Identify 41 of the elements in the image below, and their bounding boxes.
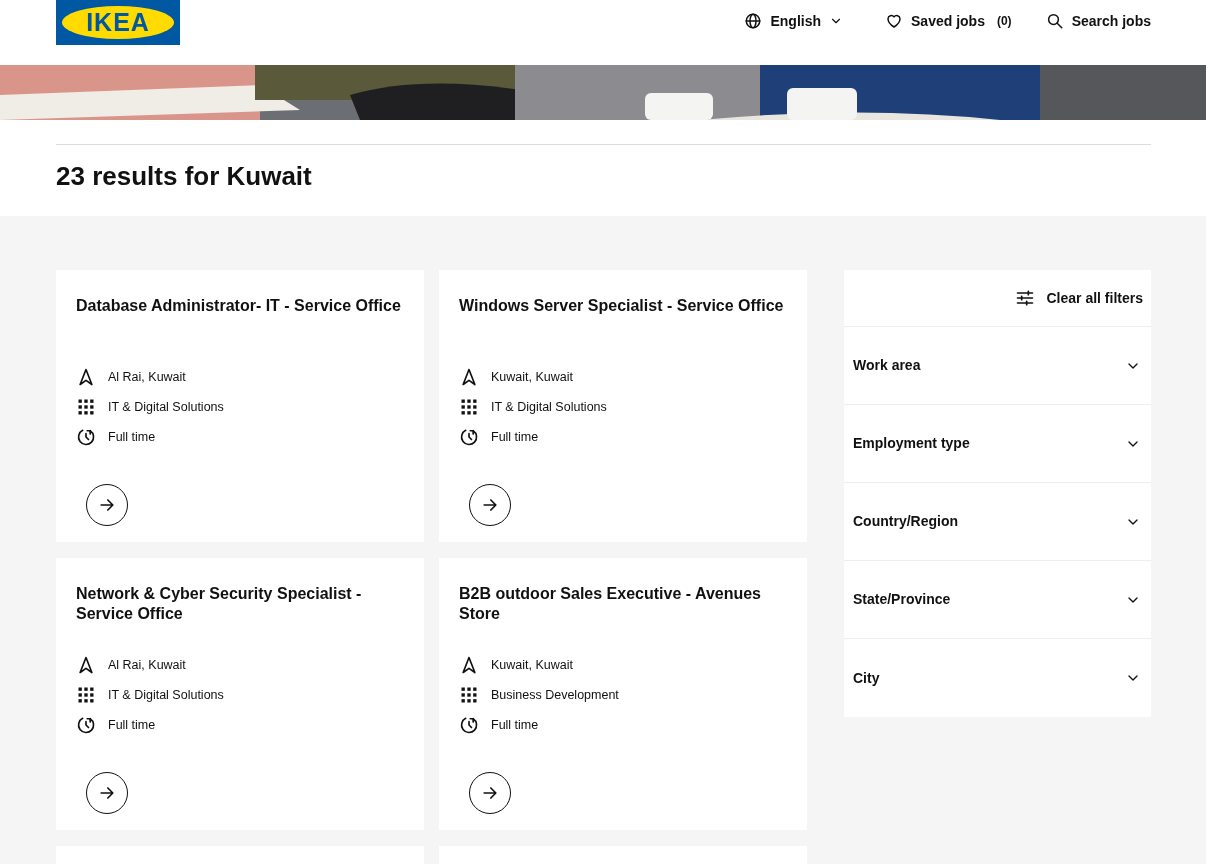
location-icon [459,655,479,676]
grid-icon [76,685,96,706]
job-title[interactable]: Windows Server Specialist - Service Office [459,296,787,353]
job-title[interactable]: Network & Cyber Security Specialist - Service Office [76,584,404,641]
location-icon [76,655,96,676]
results-heading: 23 results for Kuwait [56,161,313,193]
job-schedule: Full time [491,716,539,734]
job-work-area: IT & Digital Solutions [491,397,607,417]
job-location: Kuwait, Kuwait [491,368,573,386]
job-location: Al Rai, Kuwait [108,656,186,674]
clock-icon [459,715,479,736]
globe-icon [744,12,763,30]
open-job-button[interactable] [469,772,511,815]
clock-icon [76,715,96,736]
location-icon [76,367,96,388]
job-schedule: Full time [108,428,156,446]
grid-icon [459,685,479,706]
search-icon [1045,12,1064,30]
clock-icon [76,427,96,448]
open-job-button[interactable] [469,484,511,527]
location-icon [459,367,479,388]
heart-icon [885,12,904,30]
job-work-area: IT & Digital Solutions [108,685,224,705]
job-title[interactable]: B2B outdoor Sales Executive - Avenues Store [459,584,787,641]
job-title[interactable]: Database Administrator- IT - Service Office [76,296,404,353]
saved-jobs-link[interactable]: Saved jobs (0) [885,10,1012,32]
grid-icon [76,397,96,418]
job-location: Kuwait, Kuwait [491,656,573,674]
clock-icon [459,427,479,448]
job-location: Al Rai, Kuwait [108,368,186,386]
clear-filters-button[interactable]: Clear all filters [1014,287,1143,309]
job-schedule: Full time [491,428,539,446]
job-schedule: Full time [108,716,156,734]
job-work-area: IT & Digital Solutions [108,397,224,417]
open-job-button[interactable] [86,484,128,527]
search-link[interactable]: Search jobs [1045,10,1151,32]
logo[interactable]: IKEA [56,0,180,45]
open-job-button[interactable] [86,772,128,815]
language-selector[interactable]: English [744,10,844,32]
job-work-area: Business Development [491,685,619,705]
grid-icon [459,397,479,418]
